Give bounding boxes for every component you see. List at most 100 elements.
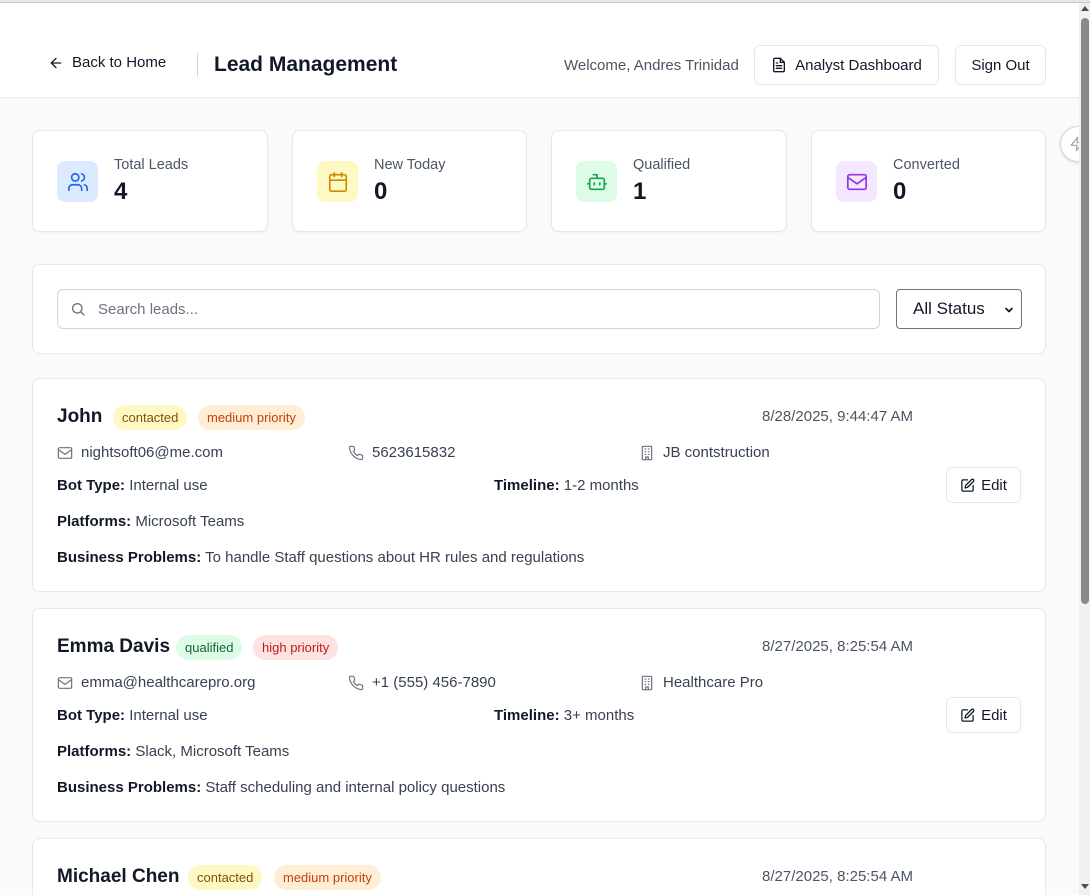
back-to-home-link[interactable]: Back to Home [48, 54, 166, 71]
field-value: 1-2 months [563, 477, 639, 494]
building-icon [641, 675, 653, 690]
stat-value: 4 [114, 178, 128, 205]
edit-label: Edit [981, 706, 1007, 724]
lead-date: 8/27/2025, 8:25:54 AM [762, 868, 913, 885]
status-filter-value: All Status [913, 299, 985, 318]
edit-button[interactable]: Edit [946, 697, 1021, 733]
app-header: Back to Home Lead Management Welcome, An… [0, 3, 1079, 98]
bot-type-field: Bot Type: Internal use [57, 477, 208, 494]
stat-value: 0 [893, 178, 907, 205]
field-label: Platforms: [57, 513, 132, 530]
stat-value: 1 [633, 178, 647, 205]
welcome-text: Welcome, Andres Trinidad [564, 57, 739, 74]
field-label: Bot Type: [57, 477, 126, 494]
field-label: Platforms: [57, 743, 132, 760]
field-value: Internal use [129, 707, 208, 724]
field-value: Microsoft Teams [135, 513, 245, 530]
search-input[interactable] [58, 290, 879, 328]
bot-icon [576, 161, 617, 202]
chevron-down-icon [1005, 307, 1013, 313]
lead-name: Emma Davis [57, 636, 171, 657]
lead-company: JB contstruction [639, 444, 770, 461]
scroll-up-arrow-icon[interactable] [1081, 6, 1089, 11]
field-value: Slack, Microsoft Teams [135, 743, 290, 760]
lead-email-text: nightsoft06@me.com [81, 444, 223, 461]
back-to-home-label: Back to Home [72, 54, 167, 71]
calendar-icon [317, 161, 358, 202]
mail-icon [57, 446, 73, 459]
stat-label: Qualified [633, 157, 691, 173]
scroll-down-arrow-icon[interactable] [1081, 884, 1089, 889]
lead-name: John [57, 406, 103, 427]
lead-date: 8/28/2025, 9:44:47 AM [762, 408, 913, 425]
platforms-field: Platforms: Microsoft Teams [57, 513, 244, 530]
status-filter-select[interactable]: All Status [896, 289, 1022, 329]
lead-company-text: JB contstruction [663, 444, 770, 461]
building-icon [641, 445, 653, 460]
edit-label: Edit [981, 476, 1007, 494]
phone-icon [348, 445, 364, 460]
field-value: 3+ months [563, 707, 635, 724]
field-label: Business Problems: [57, 549, 202, 566]
lead-card: Emma Davis qualified high priority 8/27/… [32, 608, 1046, 822]
status-badge: contacted [188, 865, 263, 890]
platforms-field: Platforms: Slack, Microsoft Teams [57, 743, 289, 760]
field-label: Timeline: [494, 477, 560, 494]
analyst-dashboard-label: Analyst Dashboard [795, 56, 922, 74]
business-problems-field: Business Problems: Staff scheduling and … [57, 779, 505, 796]
phone-icon [348, 675, 364, 690]
field-label: Bot Type: [57, 707, 126, 724]
mail-icon [57, 676, 73, 689]
mail-icon [836, 161, 877, 202]
bot-type-field: Bot Type: Internal use [57, 707, 208, 724]
page-title: Lead Management [214, 53, 398, 76]
lead-email-text: emma@healthcarepro.org [81, 674, 256, 691]
timeline-field: Timeline: 1-2 months [494, 477, 639, 494]
lead-phone: +1 (555) 456-7890 [348, 674, 496, 691]
scrollbar-thumb[interactable] [1081, 18, 1089, 604]
users-icon [57, 161, 98, 202]
search-icon [72, 303, 85, 316]
edit-icon [961, 708, 975, 722]
lead-card: Michael Chen contacted medium priority 8… [32, 838, 1046, 895]
stat-value: 0 [374, 178, 388, 205]
stat-label: New Today [374, 157, 446, 173]
edit-button[interactable]: Edit [946, 467, 1021, 503]
analyst-dashboard-button[interactable]: Analyst Dashboard [754, 45, 939, 85]
lead-name: Michael Chen [57, 866, 180, 887]
field-value: To handle Staff questions about HR rules… [205, 549, 585, 566]
lead-date: 8/27/2025, 8:25:54 AM [762, 638, 913, 655]
lead-phone-text: 5623615832 [372, 444, 456, 461]
field-label: Timeline: [494, 707, 560, 724]
lead-phone-text: +1 (555) 456-7890 [372, 674, 496, 691]
sign-out-button[interactable]: Sign Out [955, 45, 1046, 85]
business-problems-field: Business Problems: To handle Staff quest… [57, 549, 584, 566]
stat-card-qualified: Qualified 1 [551, 130, 787, 232]
field-value: Staff scheduling and internal policy que… [205, 779, 506, 796]
stat-card-total-leads: Total Leads 4 [32, 130, 268, 232]
field-label: Business Problems: [57, 779, 202, 796]
lead-company-text: Healthcare Pro [663, 674, 764, 691]
edit-icon [961, 478, 975, 492]
lead-company: Healthcare Pro [639, 674, 763, 691]
header-divider [197, 53, 198, 77]
lead-email: nightsoft06@me.com [57, 444, 223, 461]
status-badge: qualified [176, 635, 243, 660]
arrow-left-icon [50, 57, 62, 68]
status-badge: contacted [113, 405, 188, 430]
search-field [57, 289, 880, 329]
filter-bar: All Status [32, 264, 1046, 354]
lead-card: John contacted medium priority 8/28/2025… [32, 378, 1046, 592]
priority-badge: high priority [253, 635, 339, 660]
priority-badge: medium priority [274, 865, 381, 890]
priority-badge: medium priority [198, 405, 305, 430]
timeline-field: Timeline: 3+ months [494, 707, 634, 724]
field-value: Internal use [129, 477, 208, 494]
stat-card-new-today: New Today 0 [292, 130, 527, 232]
stat-label: Converted [893, 157, 960, 173]
lead-phone: 5623615832 [348, 444, 455, 461]
lead-email: emma@healthcarepro.org [57, 674, 255, 691]
stat-label: Total Leads [114, 157, 189, 173]
stat-card-converted: Converted 0 [811, 130, 1046, 232]
file-text-icon [773, 57, 786, 73]
